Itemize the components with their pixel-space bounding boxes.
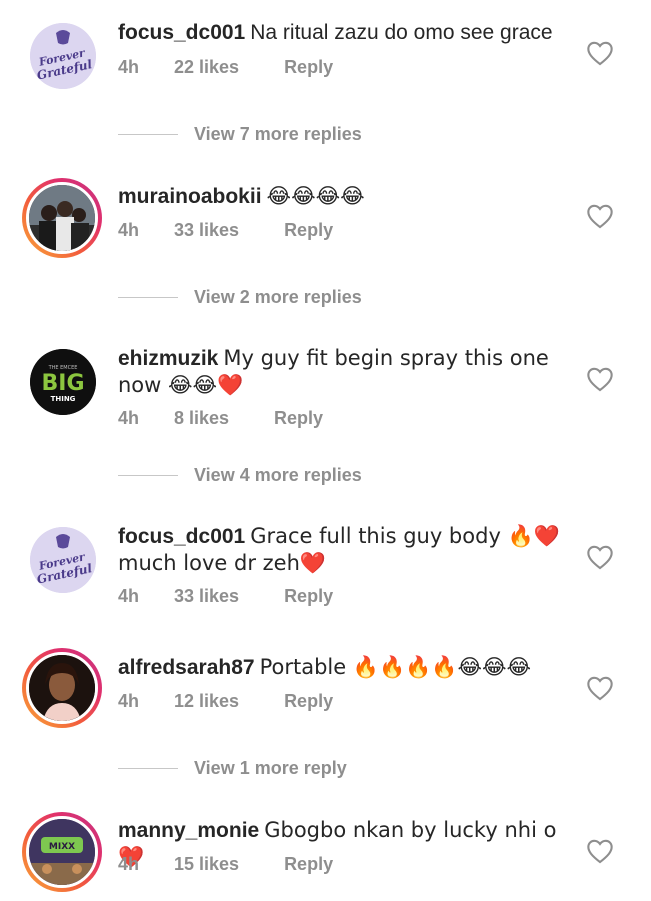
comment-body: Na ritual zazu do omo see grace — [250, 21, 553, 44]
likes-count[interactable]: 33 likes — [174, 586, 239, 607]
heart-outline-icon[interactable] — [586, 675, 614, 701]
divider-line — [118, 767, 178, 770]
heart-outline-icon[interactable] — [586, 366, 614, 392]
comment-meta: 4h 33 likes Reply — [118, 220, 333, 241]
comment-meta: 4h 8 likes Reply — [118, 408, 323, 429]
timestamp: 4h — [118, 586, 140, 606]
likes-count[interactable]: 15 likes — [174, 854, 239, 875]
reply-button[interactable]: Reply — [284, 586, 333, 607]
view-more-replies[interactable]: View 7 more replies — [118, 124, 362, 145]
view-more-replies[interactable]: View 2 more replies — [118, 287, 362, 308]
big-thing-logo: THE EMCEE BIG THING — [30, 349, 96, 415]
reply-button[interactable]: Reply — [284, 220, 333, 241]
reply-button[interactable]: Reply — [284, 854, 333, 875]
divider-line — [118, 474, 178, 477]
username-link[interactable]: manny_monie — [118, 819, 259, 842]
timestamp: 4h — [118, 220, 140, 240]
forever-grateful-logo: Forever Grateful — [30, 23, 96, 89]
comment-text: murainoabokii 😂😂😂😂 — [118, 183, 568, 210]
view-more-replies-label: View 7 more replies — [194, 124, 362, 144]
comment-body: 😂😂😂😂 — [266, 184, 365, 208]
reply-button[interactable]: Reply — [284, 57, 333, 78]
view-more-replies[interactable]: View 4 more replies — [118, 465, 362, 486]
heart-outline-icon[interactable] — [586, 203, 614, 229]
comment-body: Portable 🔥🔥🔥🔥😂😂😂 — [259, 655, 532, 679]
username-link[interactable]: focus_dc001 — [118, 525, 245, 548]
avatar-big-text: BIG — [41, 371, 84, 396]
reply-button[interactable]: Reply — [284, 691, 333, 712]
avatar-image — [26, 182, 98, 254]
likes-count[interactable]: 33 likes — [174, 220, 239, 241]
likes-count[interactable]: 12 likes — [174, 691, 239, 712]
view-more-replies-label: View 4 more replies — [194, 465, 362, 485]
group-photo — [29, 185, 95, 251]
view-more-replies-label: View 2 more replies — [194, 287, 362, 307]
comment-text: focus_dc001 Na ritual zazu do omo see gra… — [118, 20, 568, 46]
avatar-image: MIXX — [26, 816, 98, 888]
avatar-image: Forever Grateful — [30, 527, 96, 593]
avatar[interactable]: Forever Grateful — [22, 519, 102, 599]
comment-text: focus_dc001 Grace full this guy body 🔥❤️ … — [118, 523, 568, 577]
avatar[interactable]: Forever Grateful — [22, 15, 102, 95]
timestamp: 4h — [118, 57, 140, 77]
username-link[interactable]: focus_dc001 — [118, 21, 245, 44]
divider-line — [118, 133, 178, 136]
reply-button[interactable]: Reply — [274, 408, 323, 429]
username-link[interactable]: alfredsarah87 — [118, 656, 255, 679]
heart-outline-icon[interactable] — [586, 544, 614, 570]
likes-count[interactable]: 22 likes — [174, 57, 239, 78]
view-more-replies-label: View 1 more reply — [194, 758, 347, 778]
timestamp: 4h — [118, 854, 140, 874]
heart-outline-icon[interactable] — [586, 40, 614, 66]
view-more-replies[interactable]: View 1 more reply — [118, 758, 347, 779]
event-flyer: MIXX — [29, 819, 95, 885]
avatar-image — [26, 652, 98, 724]
comment-meta: 4h 33 likes Reply — [118, 586, 333, 607]
comment-meta: 4h 22 likes Reply — [118, 57, 333, 78]
profile-photo — [29, 655, 95, 721]
forever-grateful-logo: Forever Grateful — [30, 527, 96, 593]
comment-text: ehizmuzik My guy fit begin spray this one… — [118, 345, 568, 399]
username-link[interactable]: murainoabokii — [118, 185, 262, 208]
heart-outline-icon[interactable] — [586, 838, 614, 864]
username-link[interactable]: ehizmuzik — [118, 347, 218, 370]
avatar[interactable] — [22, 178, 102, 258]
comment-text: alfredsarah87 Portable 🔥🔥🔥🔥😂😂😂 — [118, 654, 568, 681]
likes-count[interactable]: 8 likes — [174, 408, 229, 429]
svg-text:MIXX: MIXX — [49, 842, 75, 852]
divider-line — [118, 296, 178, 299]
avatar[interactable] — [22, 648, 102, 728]
avatar-image: THE EMCEE BIG THING — [30, 349, 96, 415]
avatar[interactable]: THE EMCEE BIG THING — [22, 341, 102, 421]
timestamp: 4h — [118, 408, 140, 428]
comment-meta: 4h 15 likes Reply — [118, 854, 333, 875]
avatar-image: Forever Grateful — [30, 23, 96, 89]
comment-meta: 4h 12 likes Reply — [118, 691, 333, 712]
avatar[interactable]: MIXX — [22, 812, 102, 892]
timestamp: 4h — [118, 691, 140, 711]
avatar-sub-text: THING — [51, 395, 76, 403]
